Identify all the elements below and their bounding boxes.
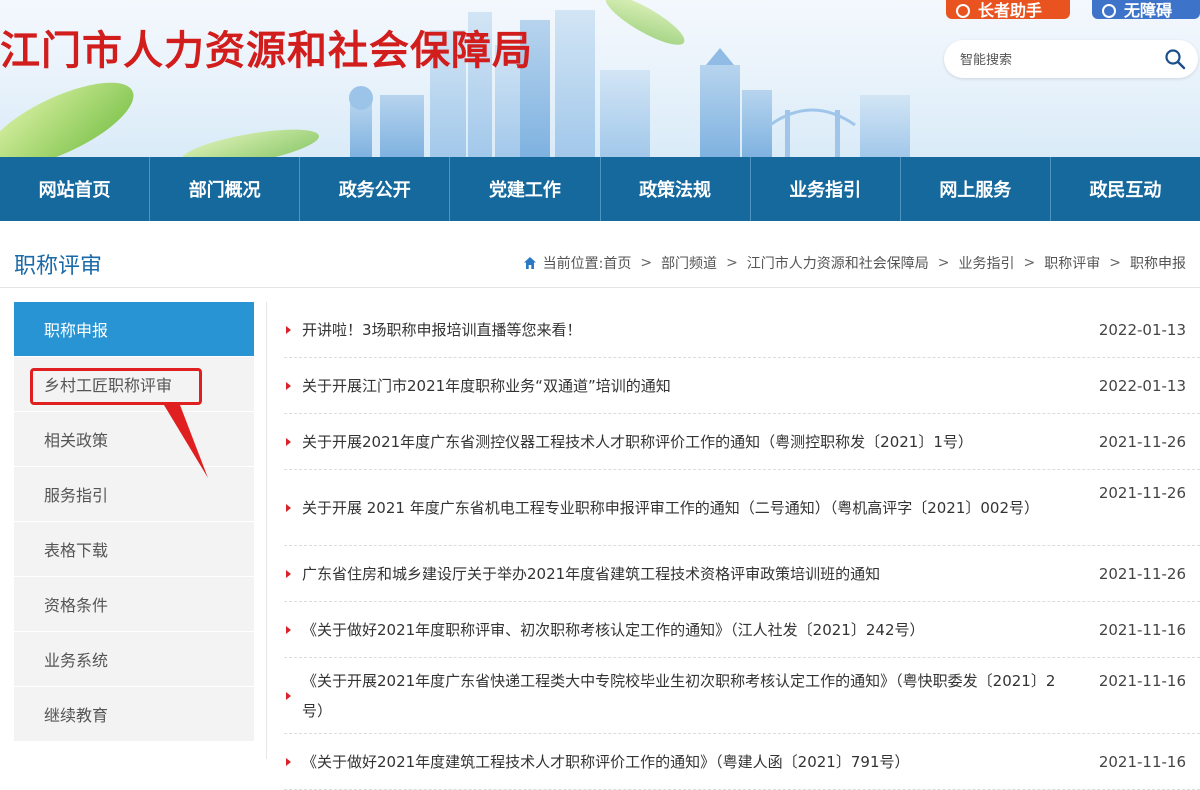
breadcrumb-separator: >: [1109, 255, 1121, 271]
breadcrumb-prefix: 当前位置:: [542, 256, 604, 272]
nav-item-department[interactable]: 部门概况: [150, 157, 301, 221]
list-item-date: 2021-11-16: [1098, 752, 1186, 771]
header-banner: 江门市人力资源和社会保障局 长者助手 无障碍: [0, 0, 1200, 157]
breadcrumb-separator: >: [1023, 255, 1036, 271]
list-item-date: 2021-11-26: [1098, 432, 1186, 451]
breadcrumb-bureau[interactable]: 江门市人力资源和社会保障局: [747, 253, 929, 273]
breadcrumb-department-channel[interactable]: 部门频道: [661, 253, 717, 273]
list-item-date: 2021-11-26: [1098, 484, 1186, 502]
section-title: 职称评审: [14, 254, 103, 279]
search-icon[interactable]: [1164, 48, 1186, 70]
news-list: 开讲啦！3场职称申报培训直播等您来看！ 2022-01-13 关于开展江门市20…: [284, 302, 1200, 790]
list-item-title[interactable]: 《关于做好2021年度职称评审、初次职称考核认定工作的通知》（江人社发〔2021…: [302, 615, 1062, 645]
list-item-title[interactable]: 关于开展 2021 年度广东省机电工程专业职称申报评审工作的通知（二号通知）（粤…: [302, 493, 1062, 523]
bullet-icon: [286, 691, 291, 700]
list-item[interactable]: 广东省住房和城乡建设厅关于举办2021年度省建筑工程技术资格评审政策培训班的通知…: [284, 546, 1200, 602]
bullet-icon: [286, 437, 291, 446]
sidebar-item-continuing-education[interactable]: 继续教育: [14, 687, 254, 742]
wheelchair-icon: [1102, 4, 1116, 18]
sidebar-item-service-guide[interactable]: 服务指引: [14, 467, 254, 522]
elder-assistant-label: 长者助手: [978, 1, 1043, 19]
sidebar-divider: [266, 302, 267, 759]
list-item[interactable]: 关于开展 2021 年度广东省机电工程专业职称申报评审工作的通知（二号通知）（粤…: [284, 470, 1200, 546]
list-item-title[interactable]: 关于开展2021年度广东省测控仪器工程技术人才职称评价工作的通知（粤测控职称发〔…: [302, 427, 1062, 457]
sidebar-item-title-application[interactable]: 职称申报: [14, 302, 254, 357]
list-item-date: 2021-11-26: [1098, 564, 1186, 583]
list-item[interactable]: 关于开展2021年度广东省测控仪器工程技术人才职称评价工作的通知（粤测控职称发〔…: [284, 414, 1200, 470]
list-item-title[interactable]: 《关于做好2021年度建筑工程技术人才职称评价工作的通知》（粤建人函〔2021〕…: [302, 747, 1062, 777]
home-icon: [523, 257, 536, 269]
nav-item-party-building[interactable]: 党建工作: [450, 157, 601, 221]
list-item-title[interactable]: 《关于开展2021年度广东省快递工程类大中专院校毕业生初次职称考核认定工作的通知…: [302, 666, 1062, 726]
bullet-icon: [286, 503, 291, 512]
bullet-icon: [286, 569, 291, 578]
section-divider: [0, 287, 1200, 288]
search-box: [944, 40, 1198, 78]
accessibility-button[interactable]: 无障碍: [1092, 0, 1200, 19]
nav-item-home[interactable]: 网站首页: [0, 157, 151, 221]
bullet-icon: [286, 625, 291, 634]
sidebar-item-form-download[interactable]: 表格下载: [14, 522, 254, 577]
bullet-icon: [286, 381, 291, 390]
nav-item-policies[interactable]: 政策法规: [601, 157, 751, 221]
bullet-icon: [286, 325, 291, 334]
list-item-title[interactable]: 广东省住房和城乡建设厅关于举办2021年度省建筑工程技术资格评审政策培训班的通知: [302, 559, 1062, 589]
nav-item-online-services[interactable]: 网上服务: [901, 157, 1051, 221]
sidebar-item-related-policies[interactable]: 相关政策: [14, 412, 254, 467]
highlight-annotation-box: [30, 368, 202, 405]
list-item-date: 2022-01-13: [1098, 320, 1186, 339]
heart-icon: [956, 4, 970, 18]
breadcrumb-current[interactable]: 职称申报: [1130, 253, 1186, 273]
nav-item-gov-affairs[interactable]: 政务公开: [300, 157, 451, 221]
list-item-date: 2022-01-13: [1098, 376, 1186, 395]
list-item-title[interactable]: 关于开展江门市2021年度职称业务“双通道”培训的通知: [302, 371, 1062, 401]
sidebar-item-business-system[interactable]: 业务系统: [14, 632, 254, 687]
search-input[interactable]: [958, 48, 1152, 72]
list-item-date: 2021-11-16: [1098, 620, 1186, 639]
breadcrumb: 当前位置: 首页 > 部门频道 > 江门市人力资源和社会保障局 > 业务指引 >…: [523, 253, 1186, 273]
breadcrumb-separator: >: [640, 255, 653, 271]
site-title[interactable]: 江门市人力资源和社会保障局: [0, 18, 533, 76]
main-nav: 网站首页 部门概况 政务公开 党建工作 政策法规 业务指引 网上服务 政民互动: [0, 157, 1200, 221]
list-item[interactable]: 《关于做好2021年度职称评审、初次职称考核认定工作的通知》（江人社发〔2021…: [284, 602, 1200, 658]
accessibility-label: 无障碍: [1124, 1, 1173, 19]
nav-item-interaction[interactable]: 政民互动: [1051, 157, 1200, 221]
breadcrumb-separator: >: [937, 255, 950, 271]
elder-assistant-button[interactable]: 长者助手: [946, 0, 1070, 19]
list-item[interactable]: 《关于开展2021年度广东省快递工程类大中专院校毕业生初次职称考核认定工作的通知…: [284, 658, 1200, 734]
breadcrumb-home[interactable]: 首页: [603, 253, 631, 273]
list-item[interactable]: 关于开展江门市2021年度职称业务“双通道”培训的通知 2022-01-13: [284, 358, 1200, 414]
sidebar-item-qualifications[interactable]: 资格条件: [14, 577, 254, 632]
list-item[interactable]: 《关于做好2021年度建筑工程技术人才职称评价工作的通知》（粤建人函〔2021〕…: [284, 734, 1200, 790]
list-item-date: 2021-11-16: [1098, 672, 1186, 690]
breadcrumb-separator: >: [726, 255, 738, 271]
breadcrumb-business-guide[interactable]: 业务指引: [959, 253, 1015, 273]
list-item[interactable]: 开讲啦！3场职称申报培训直播等您来看！ 2022-01-13: [284, 302, 1200, 358]
nav-item-business-guide[interactable]: 业务指引: [751, 157, 901, 221]
list-item-title[interactable]: 开讲啦！3场职称申报培训直播等您来看！: [302, 315, 1062, 345]
breadcrumb-title-review[interactable]: 职称评审: [1044, 253, 1100, 273]
